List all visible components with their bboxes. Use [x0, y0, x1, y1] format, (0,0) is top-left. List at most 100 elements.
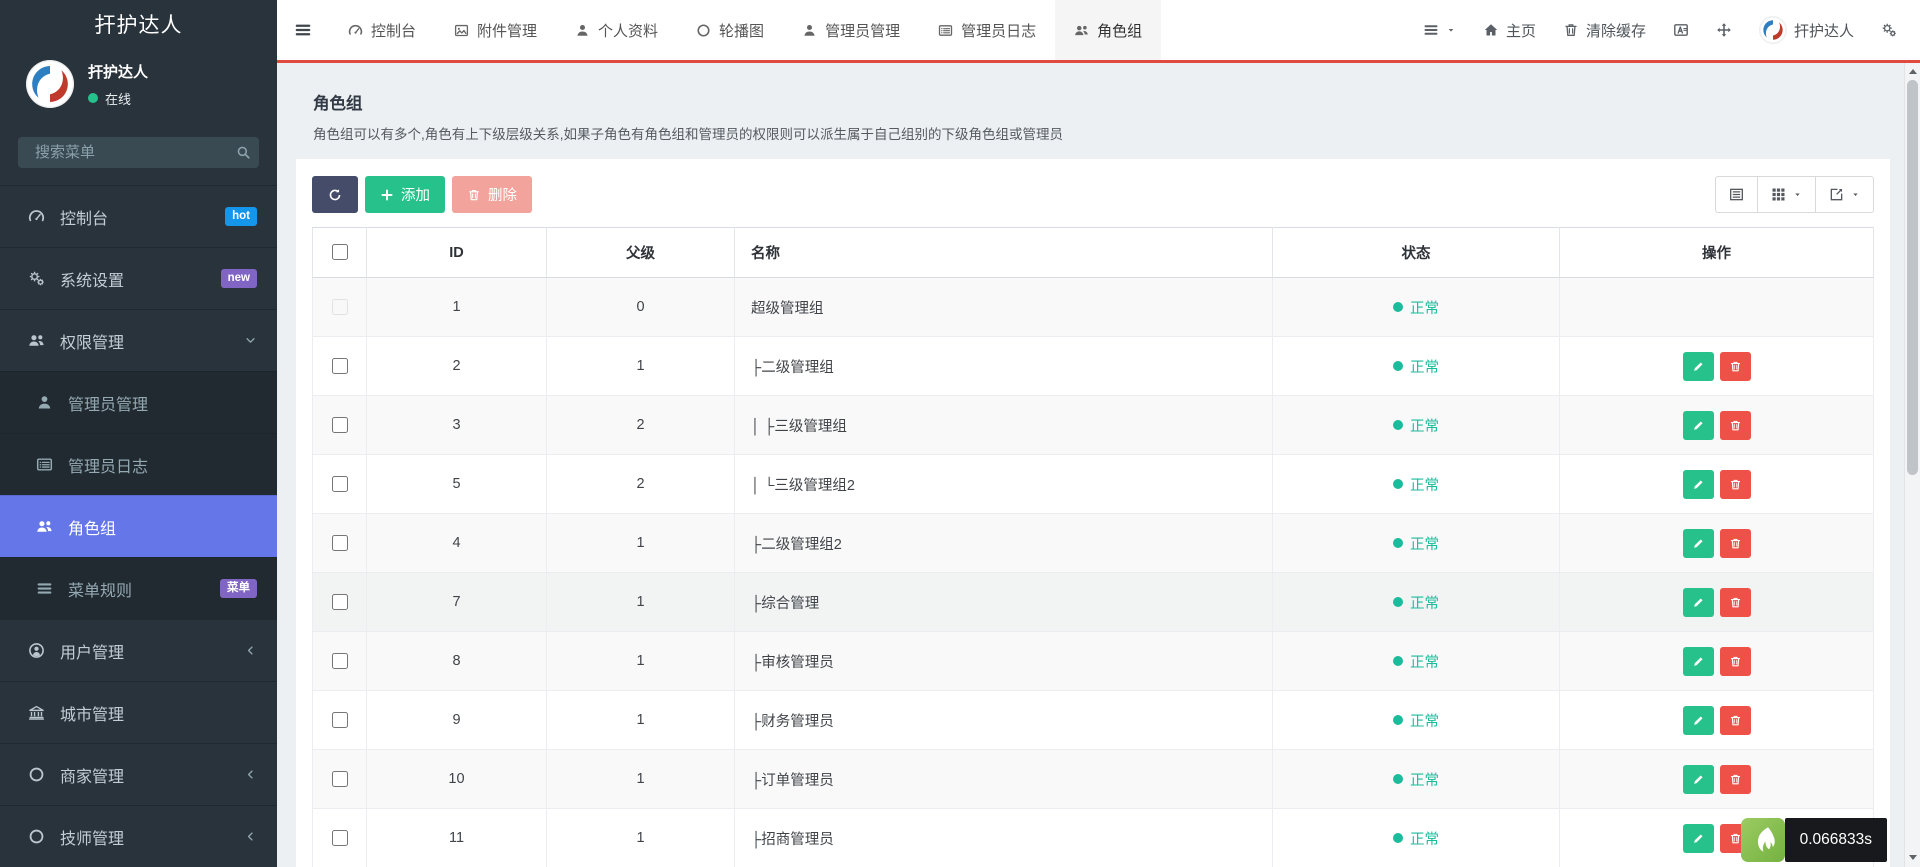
- sidebar-item-5[interactable]: 角色组: [0, 495, 277, 557]
- nav-tab-3[interactable]: 轮播图: [677, 0, 783, 60]
- row-checkbox[interactable]: [332, 712, 348, 728]
- edit-row-button[interactable]: [1683, 529, 1714, 558]
- scrollbar-thumb[interactable]: [1907, 80, 1918, 475]
- nav-tab-2[interactable]: 个人资料: [556, 0, 677, 60]
- sidebar-toggle-button[interactable]: [277, 0, 329, 60]
- edit-row-button[interactable]: [1683, 824, 1714, 853]
- row-checkbox[interactable]: [332, 417, 348, 433]
- sidebar-item-9[interactable]: 商家管理: [0, 743, 277, 805]
- cell-status: 正常: [1273, 337, 1560, 396]
- home-button[interactable]: 主页: [1483, 20, 1536, 41]
- row-checkbox[interactable]: [332, 358, 348, 374]
- row-checkbox[interactable]: [332, 594, 348, 610]
- cell-checkbox: [313, 514, 367, 573]
- cell-parent: 1: [547, 514, 735, 573]
- user-icon: [34, 394, 55, 411]
- caret-down-icon: [1446, 25, 1456, 35]
- table-row: 21├二级管理组正常: [313, 337, 1874, 396]
- row-checkbox[interactable]: [332, 535, 348, 551]
- status-dot-icon: [1393, 479, 1403, 489]
- row-checkbox[interactable]: [332, 771, 348, 787]
- cell-checkbox: [313, 455, 367, 514]
- delete-row-button[interactable]: [1720, 647, 1751, 676]
- cell-checkbox: [313, 632, 367, 691]
- edit-row-button[interactable]: [1683, 411, 1714, 440]
- edit-row-button[interactable]: [1683, 765, 1714, 794]
- panel-heading: 角色组 角色组可以有多个,角色有上下级层级关系,如果子角色有角色组和管理员的权限…: [296, 63, 1890, 159]
- pencil-icon: [1692, 714, 1705, 727]
- cell-checkbox: [313, 809, 367, 867]
- edit-row-button[interactable]: [1683, 706, 1714, 735]
- export-button[interactable]: [1815, 176, 1874, 213]
- sidebar-item-1[interactable]: 系统设置new: [0, 247, 277, 309]
- cell-name: ├二级管理组: [735, 337, 1273, 396]
- scrollbar-down-arrow[interactable]: [1905, 850, 1920, 864]
- delete-row-button[interactable]: [1720, 352, 1751, 381]
- pencil-icon: [1692, 773, 1705, 786]
- cell-name: ├订单管理员: [735, 750, 1273, 809]
- status-dot-icon: [1393, 656, 1403, 666]
- status-label: 正常: [1410, 533, 1439, 554]
- select-all-checkbox[interactable]: [332, 244, 348, 260]
- status-dot-icon: [1393, 833, 1403, 843]
- add-button[interactable]: 添加: [365, 176, 445, 213]
- delete-row-button[interactable]: [1720, 470, 1751, 499]
- circle-o-icon: [26, 766, 47, 783]
- cell-id: 3: [367, 396, 547, 455]
- detail-view-button[interactable]: [1715, 176, 1758, 213]
- sidebar-item-10[interactable]: 技师管理: [0, 805, 277, 867]
- sidebar-item-2[interactable]: 权限管理: [0, 309, 277, 371]
- scrollbar[interactable]: [1904, 63, 1920, 867]
- search-icon[interactable]: [236, 145, 251, 160]
- sidebar-item-label: 管理员管理: [68, 391, 148, 415]
- page-title: 角色组: [313, 90, 1873, 114]
- status-label: 正常: [1410, 474, 1439, 495]
- row-checkbox[interactable]: [332, 653, 348, 669]
- refresh-button[interactable]: [312, 176, 358, 213]
- nav-tab-5[interactable]: 管理员日志: [919, 0, 1055, 60]
- nav-tab-4[interactable]: 管理员管理: [783, 0, 919, 60]
- cell-status: 正常: [1273, 455, 1560, 514]
- table-row: 10超级管理组正常: [313, 278, 1874, 337]
- table-row: 91├财务管理员正常: [313, 691, 1874, 750]
- tabs-menu-button[interactable]: [1423, 22, 1456, 38]
- nav-tab-1[interactable]: 附件管理: [435, 0, 556, 60]
- circle-o-icon: [26, 828, 47, 845]
- edit-row-button[interactable]: [1683, 647, 1714, 676]
- edit-row-button[interactable]: [1683, 588, 1714, 617]
- row-checkbox[interactable]: [332, 830, 348, 846]
- row-checkbox[interactable]: [332, 476, 348, 492]
- fullscreen-button[interactable]: [1716, 22, 1732, 38]
- delete-button[interactable]: 删除: [452, 176, 532, 213]
- columns-button[interactable]: [1757, 176, 1816, 213]
- cell-id: 1: [367, 278, 547, 337]
- delete-row-button[interactable]: [1720, 529, 1751, 558]
- table-row: 101├订单管理员正常: [313, 750, 1874, 809]
- nav-tab-6[interactable]: 角色组: [1055, 0, 1161, 60]
- edit-row-button[interactable]: [1683, 470, 1714, 499]
- edit-row-button[interactable]: [1683, 352, 1714, 381]
- nav-tab-label: 附件管理: [477, 20, 537, 41]
- settings-button[interactable]: [1881, 22, 1897, 38]
- delete-row-button[interactable]: [1720, 706, 1751, 735]
- search-input[interactable]: [33, 143, 236, 162]
- pencil-icon: [1692, 478, 1705, 491]
- sidebar-item-7[interactable]: 用户管理: [0, 619, 277, 681]
- delete-row-button[interactable]: [1720, 765, 1751, 794]
- cell-name: ├审核管理员: [735, 632, 1273, 691]
- sidebar-item-0[interactable]: 控制台hot: [0, 185, 277, 247]
- delete-row-button[interactable]: [1720, 588, 1751, 617]
- user-icon: [802, 23, 817, 38]
- delete-row-button[interactable]: [1720, 411, 1751, 440]
- logo-icon: [26, 60, 74, 108]
- language-button[interactable]: [1673, 22, 1689, 38]
- angle-left-icon: [244, 644, 257, 657]
- nav-tab-0[interactable]: 控制台: [329, 0, 435, 60]
- clear-cache-button[interactable]: 清除缓存: [1563, 20, 1646, 41]
- sidebar-item-4[interactable]: 管理员日志: [0, 433, 277, 495]
- sidebar-item-6[interactable]: 菜单规则菜单: [0, 557, 277, 619]
- sidebar-item-3[interactable]: 管理员管理: [0, 371, 277, 433]
- sidebar-item-8[interactable]: 城市管理: [0, 681, 277, 743]
- scrollbar-up-arrow[interactable]: [1905, 64, 1920, 78]
- user-menu-button[interactable]: 扞护达人: [1759, 16, 1854, 44]
